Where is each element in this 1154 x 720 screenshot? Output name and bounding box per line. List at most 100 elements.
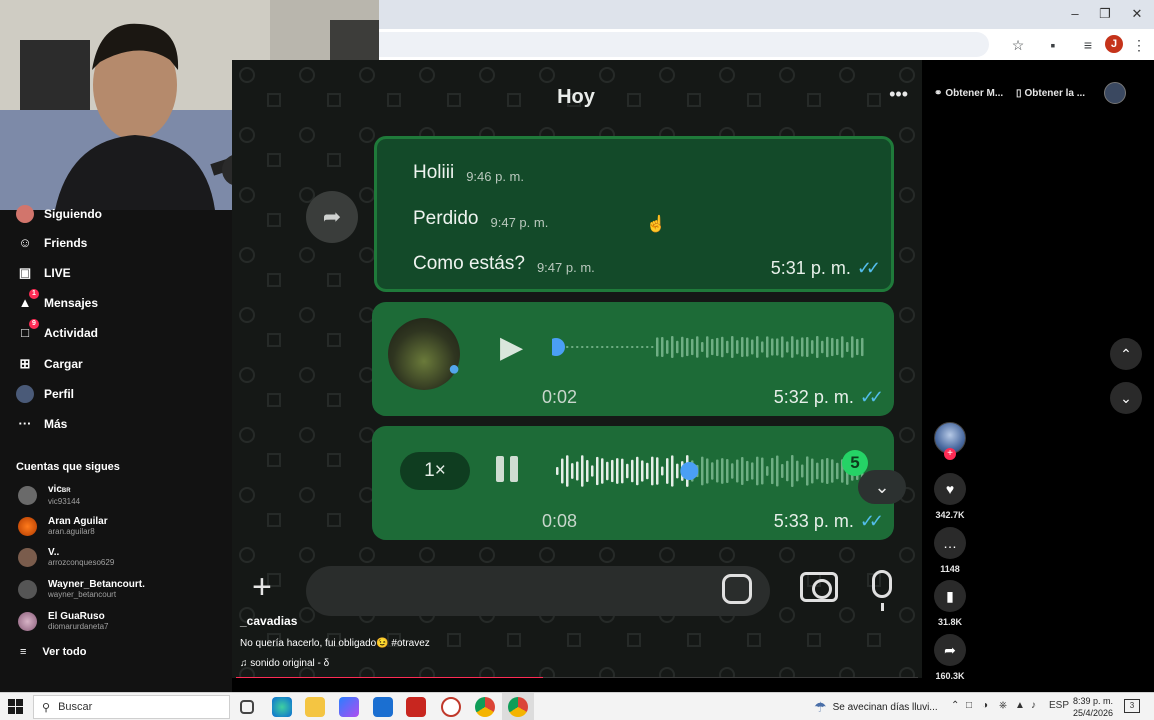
edge-icon[interactable] <box>272 697 292 717</box>
waveform-bar <box>596 456 599 486</box>
waveform-bar <box>776 455 779 487</box>
following-section-title: Cuentas que sigues <box>16 461 120 473</box>
star-icon[interactable]: ☆ <box>1009 36 1027 54</box>
extensions-icon[interactable]: ▪ <box>1044 36 1062 54</box>
save-button[interactable]: ▮ <box>934 580 966 612</box>
sticker-icon <box>722 574 752 604</box>
windows-start-icon[interactable] <box>8 699 23 714</box>
usb-icon[interactable]: ⎈ <box>999 700 1007 711</box>
network-icon[interactable]: ◑ <box>982 700 988 711</box>
waveform-bar <box>686 337 689 357</box>
account-name: vic <box>48 483 62 495</box>
menu-icon[interactable]: ⋮ <box>1130 36 1148 54</box>
waveform-bar <box>701 341 704 353</box>
user-avatar[interactable] <box>1104 82 1126 104</box>
sidebar-item-friends[interactable]: ☺ Friends <box>16 232 87 254</box>
camera-icon <box>800 572 838 602</box>
next-video-button[interactable]: ⌄ <box>1110 382 1142 414</box>
waveform-bar <box>561 458 564 484</box>
waveform-bar <box>666 458 669 484</box>
close-icon[interactable]: ✕ <box>1129 6 1145 22</box>
sidebar-item-activity[interactable]: □ 9 Actividad <box>16 319 98 344</box>
minimize-icon[interactable]: – <box>1067 6 1083 21</box>
more-options-icon[interactable]: ••• <box>889 84 908 105</box>
chrome-icon[interactable] <box>475 697 495 717</box>
wifi-icon[interactable]: ▲ <box>1015 700 1025 711</box>
voice-message-2: 1× 5 0:08 5:33 p. m. ✓✓ <box>372 426 894 540</box>
previous-video-button[interactable]: ⌃ <box>1110 338 1142 370</box>
save-count: 31.8K <box>937 617 963 627</box>
following-account[interactable]: Aran Aguilar aran.aguilar8 <box>18 513 108 539</box>
task-view-icon[interactable] <box>240 700 254 714</box>
notifications-icon[interactable]: 3 <box>1124 699 1140 713</box>
profile-avatar[interactable]: J <box>1105 35 1123 53</box>
waveform-bar <box>661 337 664 357</box>
account-name-suffix: BR <box>61 487 71 494</box>
sidebar-item-upload[interactable]: ⊞ Cargar <box>16 353 83 375</box>
get-app-button[interactable]: ▯ Obtener la ... <box>1016 84 1085 102</box>
media-icon[interactable]: ≡ <box>1079 36 1097 54</box>
waveform-bar <box>706 458 709 484</box>
follow-plus-icon[interactable]: + <box>944 448 956 460</box>
like-button[interactable]: ♥ <box>934 473 966 505</box>
video-author[interactable]: _cavadias <box>240 614 297 628</box>
activity-badge: 9 <box>29 319 39 329</box>
quoted-time: 9:47 p. m. <box>490 214 549 230</box>
sidebar-item-live[interactable]: ▣ LIVE <box>16 262 71 284</box>
waveform-bar <box>831 337 834 357</box>
forwarded-message-bubble: Holiii 9:46 p. m. Perdido 9:47 p. m. Com… <box>374 136 894 292</box>
waveform-bar <box>566 455 569 487</box>
music-label: sonido original - δ <box>250 658 330 669</box>
taskbar-search[interactable]: ⚲ Buscar <box>33 695 230 719</box>
message-time-text: 5:31 p. m. <box>770 258 851 278</box>
video-music[interactable]: ♫ sonido original - δ <box>240 658 329 669</box>
sidebar: Siguiendo ☺ Friends ▣ LIVE ▲ 1 Mensajes □… <box>0 205 232 692</box>
obs-icon[interactable] <box>441 697 461 717</box>
following-account[interactable]: vicBR vic93144 <box>18 482 80 508</box>
waveform-bar <box>681 336 684 358</box>
waveform-bar <box>641 460 644 482</box>
address-bar[interactable] <box>379 32 989 57</box>
account-handle: wayner_betancourt <box>48 589 117 599</box>
restore-icon[interactable]: ❐ <box>1097 6 1113 22</box>
weather-widget[interactable]: ☂ Se avecinan días lluvi... <box>814 699 938 716</box>
comment-button[interactable]: … <box>934 527 966 559</box>
mail-icon[interactable] <box>373 697 393 717</box>
browser-titlebar: – ❐ ✕ <box>379 0 1154 29</box>
share-button[interactable]: ➦ <box>934 634 966 666</box>
waveform-bar <box>826 336 829 358</box>
language-indicator[interactable]: ESP <box>1049 700 1069 711</box>
see-all-button[interactable]: ≡ Ver todo <box>20 646 86 658</box>
waveform-bar <box>641 346 644 348</box>
file-explorer-icon[interactable] <box>305 697 325 717</box>
heart-icon: ♥ <box>945 481 955 497</box>
volume-icon[interactable]: ♪ <box>1031 700 1036 711</box>
waveform-bar <box>806 456 809 486</box>
waveform-bar <box>701 456 704 486</box>
system-clock[interactable]: 8:39 p. m. 25/4/2026 <box>1068 695 1118 719</box>
video-editor-icon[interactable] <box>406 697 426 717</box>
clock-time: 8:39 p. m. <box>1072 696 1114 706</box>
waveform-bar <box>571 463 574 479</box>
video-player[interactable]: Hoy ••• ➦ Holiii 9:46 p. m. Perdido 9:47… <box>232 60 922 678</box>
waveform-bar <box>566 346 569 348</box>
quoted-text: Como estás? <box>413 253 525 274</box>
sidebar-item-more[interactable]: ··· Más <box>16 413 68 435</box>
waveform-bar <box>666 340 669 354</box>
following-account[interactable]: V.. arrozconqueso629 <box>18 544 114 570</box>
tray-app-icon[interactable]: □ <box>966 700 972 711</box>
waveform-bar <box>626 346 629 348</box>
plus-icon: + <box>252 568 272 606</box>
sidebar-item-following[interactable]: Siguiendo <box>16 203 102 225</box>
copilot-icon[interactable] <box>339 697 359 717</box>
following-account[interactable]: Wayner_Betancourt. wayner_betancourt <box>18 576 145 602</box>
chrome-active-icon[interactable] <box>508 697 528 717</box>
sidebar-item-messages[interactable]: ▲ 1 Mensajes <box>16 289 98 314</box>
pause-icon <box>496 456 518 482</box>
following-account[interactable]: El GuaRuso diomarurdaneta7 <box>18 608 108 634</box>
chevron-up-icon[interactable]: ⌃ <box>951 700 959 711</box>
video-progress-bar[interactable] <box>236 677 918 678</box>
live-icon: ▣ <box>18 265 32 280</box>
get-extension-button[interactable]: ⚭ Obtener M... <box>934 84 1003 102</box>
sidebar-item-profile[interactable]: Perfil <box>16 383 74 405</box>
